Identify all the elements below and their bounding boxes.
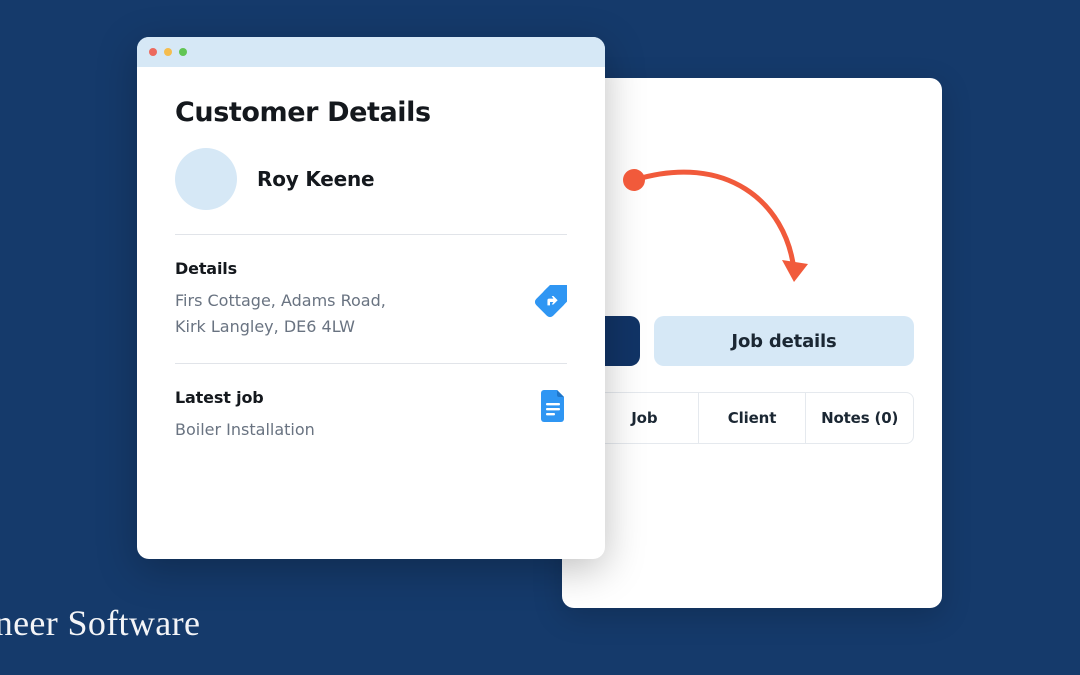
- details-heading: Details: [175, 259, 567, 278]
- customer-details-window: Customer Details Roy Keene Details Firs …: [137, 37, 605, 559]
- page-title: Customer Details: [175, 97, 567, 128]
- latest-job-section: Latest job Boiler Installation: [175, 388, 567, 467]
- directions-icon: [533, 285, 567, 319]
- tab-job[interactable]: Job: [591, 393, 698, 443]
- tab-notes[interactable]: Notes (0): [805, 393, 913, 443]
- tab-client[interactable]: Client: [698, 393, 806, 443]
- divider: [175, 234, 567, 235]
- document-icon: [541, 390, 567, 422]
- latest-job-heading: Latest job: [175, 388, 567, 407]
- window-maximize-dot[interactable]: [179, 48, 187, 56]
- open-job-document-button[interactable]: [541, 390, 567, 426]
- tab-client-label: Client: [728, 409, 776, 427]
- window-close-dot[interactable]: [149, 48, 157, 56]
- address-line-1: Firs Cottage, Adams Road,: [175, 291, 386, 310]
- directions-button[interactable]: [533, 285, 567, 323]
- tab-job-label: Job: [631, 409, 657, 427]
- divider: [175, 363, 567, 364]
- customer-address: Firs Cottage, Adams Road, Kirk Langley, …: [175, 288, 475, 339]
- customer-name: Roy Keene: [257, 167, 374, 191]
- job-details-tab-active[interactable]: Job details: [654, 316, 914, 366]
- job-details-tab-group: Job details: [590, 316, 914, 366]
- watermark-text: gineer Software: [0, 605, 200, 641]
- job-details-tab-label: Job details: [731, 331, 836, 352]
- customer-details-body: Customer Details Roy Keene Details Firs …: [137, 67, 605, 559]
- tab-notes-label: Notes (0): [821, 409, 898, 427]
- window-minimize-dot[interactable]: [164, 48, 172, 56]
- latest-job-name: Boiler Installation: [175, 420, 315, 439]
- details-section: Details Firs Cottage, Adams Road, Kirk L…: [175, 259, 567, 363]
- job-details-panel: Job details Job Client Notes (0): [562, 78, 942, 608]
- customer-header: Roy Keene: [175, 148, 567, 210]
- avatar: [175, 148, 237, 210]
- window-titlebar: [137, 37, 605, 67]
- job-subtabs: Job Client Notes (0): [590, 392, 914, 444]
- address-line-2: Kirk Langley, DE6 4LW: [175, 317, 355, 336]
